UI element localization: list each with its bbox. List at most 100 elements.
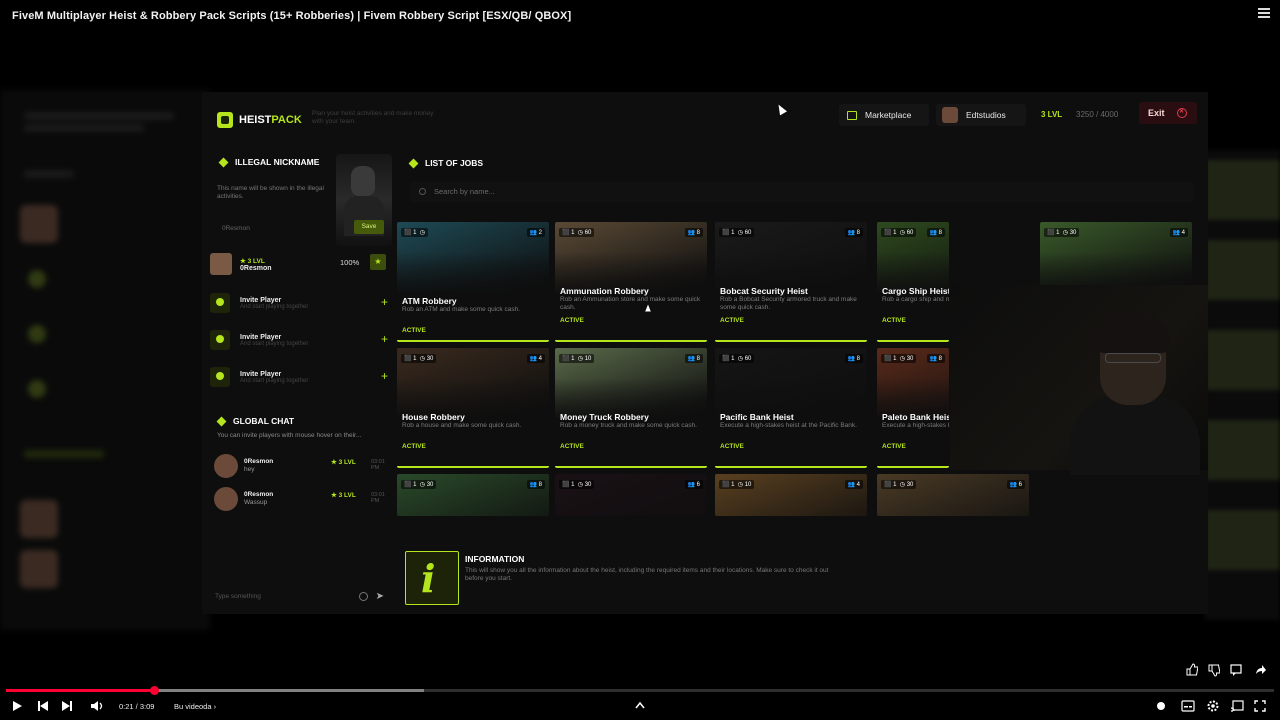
- username: Edtstudios: [966, 110, 1006, 120]
- job-description: Rob a Bobcat Security armored truck and …: [720, 296, 857, 311]
- search-input[interactable]: Search by name...: [410, 182, 1194, 202]
- job-players-badge: 👥 8: [684, 354, 703, 363]
- job-name: House Robbery: [402, 412, 465, 422]
- emoji-icon[interactable]: [359, 592, 368, 601]
- avatar: [942, 107, 958, 123]
- job-players: 8: [538, 482, 542, 488]
- chevron-up-icon[interactable]: [634, 700, 646, 710]
- job-players: 8: [856, 356, 860, 362]
- job-description: Execute a high-stakes heist at the Pacif…: [720, 422, 857, 429]
- job-time: 60: [906, 230, 914, 236]
- job-time-badge: ⬛ 1 ◷ 60: [881, 228, 917, 237]
- invite-player-row[interactable]: Invite Player And start playing together …: [210, 289, 390, 317]
- job-active-bar: [555, 340, 707, 342]
- cast-icon[interactable]: [1230, 700, 1244, 712]
- job-card[interactable]: ⬛ 1 ◷ 30 👥 8: [397, 474, 549, 516]
- invite-player-row[interactable]: Invite Player And start playing together …: [210, 326, 390, 354]
- chat-level: ★ 3 LVL: [331, 492, 356, 499]
- exit-button[interactable]: Exit ✕: [1139, 102, 1197, 124]
- invite-subtitle: And start playing together: [240, 303, 309, 310]
- chat-input[interactable]: Type something ➤: [210, 588, 390, 606]
- star-icon[interactable]: ★: [370, 254, 386, 270]
- store-icon: [847, 110, 857, 120]
- job-time-badge: ⬛ 1 ◷ 10: [559, 354, 595, 363]
- subtitles-icon[interactable]: [1181, 700, 1195, 712]
- job-card[interactable]: ⬛ 1 ◷ 10 👥 8 Money Truck Robbery Rob a mone…: [555, 348, 707, 468]
- job-card[interactable]: ⬛ 1 ◷ 60 👥 8 Cargo Ship Heist Rob a cargo s…: [877, 222, 949, 342]
- chat-message[interactable]: 0Resmon hey ★ 3 LVL 03:01 PM: [214, 454, 392, 482]
- background-blur-right: [1205, 150, 1280, 620]
- info-text: This will show you all the information a…: [465, 567, 829, 582]
- settings-icon[interactable]: [1206, 699, 1220, 713]
- job-players-badge: 👥 8: [684, 228, 703, 237]
- comments-icon[interactable]: [1230, 664, 1242, 676]
- next-icon[interactable]: [61, 700, 73, 712]
- like-icon[interactable]: [1185, 663, 1198, 676]
- job-players: 8: [938, 230, 942, 236]
- chapter-text: Bu videoda: [174, 702, 212, 711]
- job-players: 8: [696, 230, 700, 236]
- plus-icon[interactable]: +: [381, 369, 388, 383]
- job-players-badge: 👥 6: [1006, 480, 1025, 489]
- avatar: [214, 487, 238, 511]
- fullscreen-icon[interactable]: [1254, 700, 1266, 712]
- job-time-badge: ⬛ 1 ◷ 30: [401, 354, 437, 363]
- dislike-icon[interactable]: [1207, 664, 1220, 677]
- job-card[interactable]: ⬛ 1 ◷ 30 👥 4 House Robbery Rob a house and …: [397, 348, 549, 468]
- job-card[interactable]: ⬛ 1 ◷ 60 👥 8 Pacific Bank Heist Execute a h…: [715, 348, 867, 468]
- chat-author: 0Resmon: [244, 458, 274, 465]
- level-indicator: 3 LVL: [1041, 110, 1063, 119]
- webcam-overlay: [950, 285, 1208, 475]
- job-players-badge: 👥 8: [844, 228, 863, 237]
- info-icon: i: [405, 551, 459, 605]
- job-name: Cargo Ship Heist: [882, 286, 949, 296]
- video-title[interactable]: FiveM Multiplayer Heist & Robbery Pack S…: [12, 10, 571, 22]
- job-card[interactable]: ⬛ 1 ◷ 👥 2 ATM Robbery Rob an ATM and make …: [397, 222, 549, 342]
- job-players-badge: 👥 6: [684, 480, 703, 489]
- job-players-badge: 👥 4: [1169, 228, 1188, 237]
- user-add-icon: [210, 367, 230, 387]
- job-time: 60: [584, 230, 592, 236]
- chat-message[interactable]: 0Resmon Wassup ★ 3 LVL 03:01 PM: [214, 487, 392, 515]
- share-icon[interactable]: [1254, 664, 1266, 676]
- nickname-field[interactable]: 0Resmon: [222, 225, 250, 232]
- invite-player-row[interactable]: Invite Player And start playing together …: [210, 363, 390, 391]
- plus-icon[interactable]: +: [381, 332, 388, 346]
- job-time-badge: ⬛ 1 ◷ 30: [881, 354, 917, 363]
- job-players: 4: [856, 482, 860, 488]
- invite-title: Invite Player: [240, 296, 282, 304]
- job-card[interactable]: ⬛ 1 ◷ 60 👥 8 Ammunation Robbery Rob an Ammu…: [555, 222, 707, 342]
- logo-part-1: HEIST: [239, 114, 272, 126]
- menu-icon[interactable]: [1258, 8, 1270, 20]
- plus-icon[interactable]: +: [381, 295, 388, 309]
- job-card[interactable]: ⬛ 1 ◷ 60 👥 8 Bobcat Security Heist Rob a Bo…: [715, 222, 867, 342]
- job-status: ACTIVE: [882, 443, 906, 450]
- marketplace-button[interactable]: Marketplace: [839, 104, 929, 126]
- job-card[interactable]: ⬛ 1 ◷ 30 👥 8 Paleto Bank Heist Execute a hi…: [877, 348, 949, 468]
- previous-icon[interactable]: [37, 700, 49, 712]
- job-card[interactable]: ⬛ 1 ◷ 30 👥 6: [555, 474, 707, 516]
- jobs-section-title: LIST OF JOBS: [408, 158, 483, 168]
- send-icon[interactable]: ➤: [376, 588, 384, 606]
- job-card[interactable]: ⬛ 1 ◷ 10 👥 4: [715, 474, 867, 516]
- job-description: Rob an Ammunation store and make some qu…: [560, 296, 701, 311]
- invite-title: Invite Player: [240, 333, 282, 341]
- scrubber-knob[interactable]: [150, 686, 160, 695]
- logo-part-2: PACK: [271, 114, 302, 126]
- job-players-badge: 👥 8: [926, 228, 945, 237]
- job-players-badge: 👥 8: [926, 354, 945, 363]
- autoplay-toggle-icon[interactable]: [1155, 700, 1167, 712]
- job-status: ACTIVE: [720, 443, 744, 450]
- play-icon[interactable]: [11, 700, 23, 712]
- video-progress-bar[interactable]: [6, 686, 1274, 695]
- chat-time: 03:01 PM: [371, 459, 385, 471]
- chapter-label[interactable]: Bu videoda ›: [174, 702, 216, 711]
- job-description: Rob a cargo ship and make some quick cas…: [882, 296, 949, 303]
- user-add-icon: [210, 330, 230, 350]
- job-card[interactable]: ⬛ 1 ◷ 30 👥 6: [877, 474, 1029, 516]
- job-status: ACTIVE: [882, 317, 906, 324]
- job-time-badge: ⬛ 1 ◷ 30: [559, 480, 595, 489]
- user-profile-button[interactable]: Edtstudios: [936, 104, 1026, 126]
- volume-icon[interactable]: [90, 700, 104, 712]
- save-button[interactable]: Save: [354, 220, 384, 234]
